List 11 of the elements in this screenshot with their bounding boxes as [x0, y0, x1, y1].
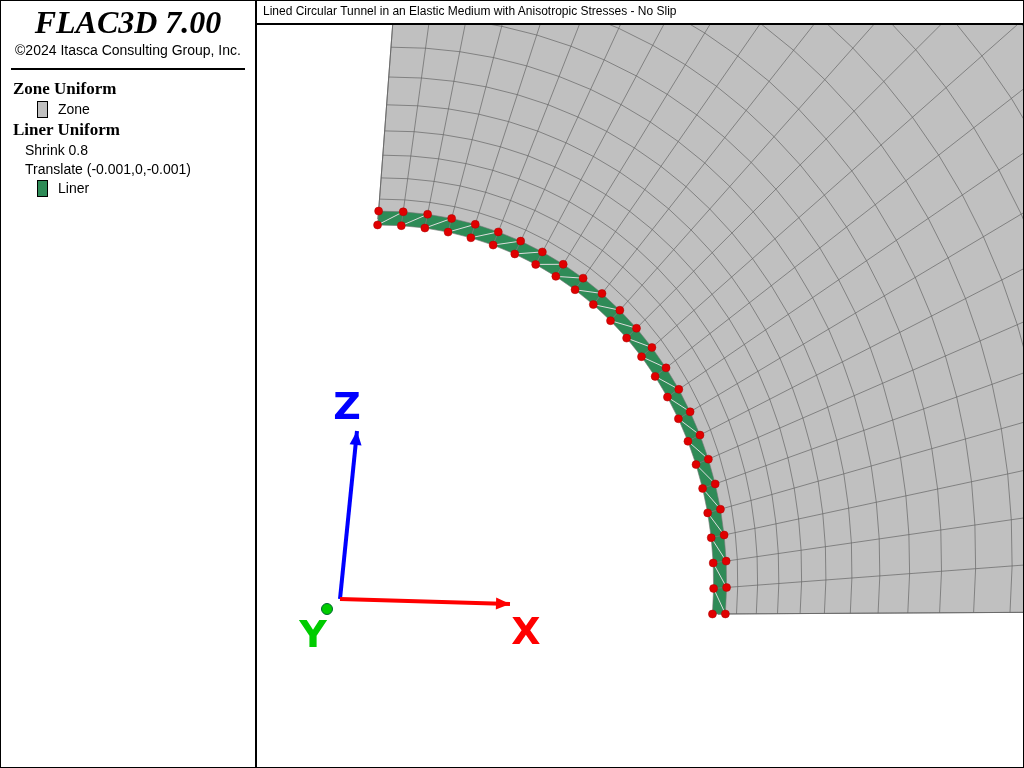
- legend-label: Liner: [58, 179, 90, 198]
- legend-label: Zone: [58, 100, 90, 119]
- legend-setting: Translate (-0.001,0,-0.001): [25, 160, 192, 179]
- legend-setting: Shrink 0.8: [25, 141, 90, 160]
- product-title: FLAC3D 7.00: [33, 5, 223, 39]
- axis-label: Y: [299, 612, 327, 656]
- legend-heading: Liner Uniform: [13, 119, 121, 141]
- axis-label: Z: [333, 384, 361, 428]
- axis-label: X: [511, 609, 541, 653]
- legend-heading: Zone Uniform: [13, 78, 118, 100]
- copyright-text: ©2024 Itasca Consulting Group, Inc.: [14, 42, 242, 58]
